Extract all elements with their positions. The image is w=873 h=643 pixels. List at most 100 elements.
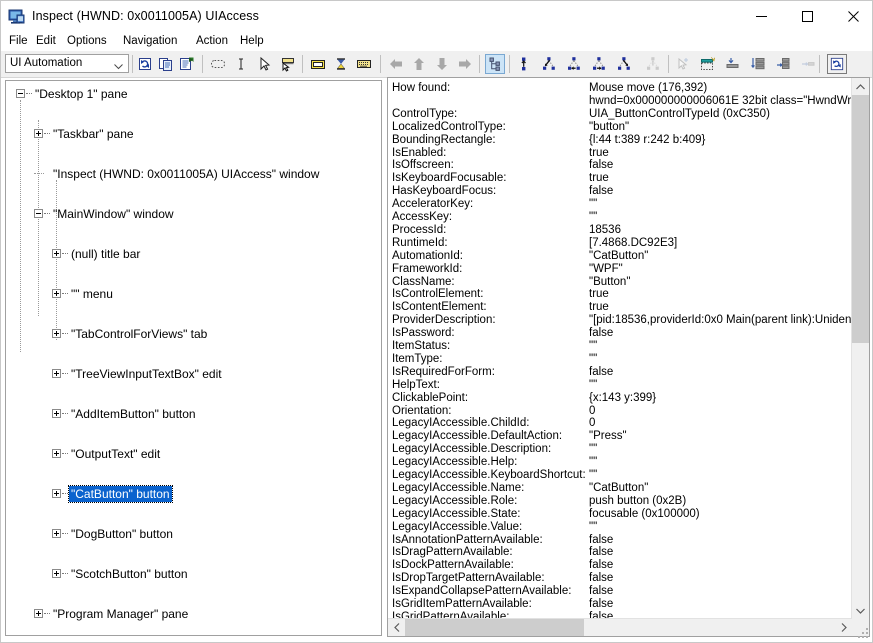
property-value: false <box>589 598 614 610</box>
dock-float-icon[interactable] <box>798 54 818 74</box>
highlight-rectangle-icon[interactable] <box>308 54 328 74</box>
scroll-thumb-horizontal[interactable] <box>405 619 584 636</box>
tree-node-scotchbutton[interactable]: "ScotchButton" button <box>6 564 381 584</box>
tree-expander-plus-icon[interactable] <box>52 529 61 538</box>
tree-node-treeviewinputtextbox[interactable]: "TreeViewInputTextBox" edit <box>6 364 381 384</box>
tree-expander-plus-icon[interactable] <box>52 369 61 378</box>
property-key: IsPassword: <box>392 327 455 340</box>
close-button[interactable] <box>830 1 873 32</box>
nav-forward-icon[interactable] <box>455 54 475 74</box>
scroll-down-icon[interactable] <box>852 602 869 619</box>
scroll-right-icon[interactable] <box>835 619 852 636</box>
caret-browse-icon[interactable] <box>231 54 251 74</box>
toolbar: UI Automation <box>1 51 872 78</box>
properties-icon[interactable] <box>177 54 197 74</box>
goto-descendant-icon[interactable] <box>643 54 663 74</box>
tree-node-mainwindow[interactable]: "MainWindow" window <box>6 204 381 224</box>
resize-grip[interactable] <box>858 628 869 639</box>
hourglass-icon[interactable] <box>331 54 351 74</box>
tree-expander-plus-icon[interactable] <box>52 569 61 578</box>
menu-file[interactable]: File <box>7 34 30 49</box>
tree-expander-plus-icon[interactable] <box>52 289 61 298</box>
maximize-button[interactable] <box>784 1 830 32</box>
menu-navigation[interactable]: Navigation <box>121 34 179 49</box>
copy-icon[interactable] <box>156 54 176 74</box>
property-value: "CatButton" <box>589 481 649 494</box>
property-key: ProviderDescription: <box>392 314 496 327</box>
tree-connector <box>62 293 68 295</box>
tree-connector <box>62 413 68 415</box>
goto-parent-icon[interactable] <box>514 54 534 74</box>
dock-left-icon[interactable] <box>748 54 768 74</box>
property-value: {l:44 t:389 r:242 b:409} <box>589 133 706 146</box>
property-key: LegacyIAccessible.Description: <box>392 443 552 456</box>
menu-edit[interactable]: Edit <box>34 34 58 49</box>
tree-node-tabcontrolforviews[interactable]: "TabControlForViews" tab <box>6 324 381 344</box>
scroll-left-icon[interactable] <box>388 619 405 636</box>
tree-expander-plus-icon[interactable] <box>52 249 61 258</box>
property-key: IsDropTargetPatternAvailable: <box>392 572 545 585</box>
properties-vertical-scrollbar[interactable] <box>851 78 869 619</box>
select-element-icon[interactable] <box>673 54 693 74</box>
goto-previous-sibling-icon[interactable] <box>564 54 584 74</box>
tree-node-label: "ScotchButton" button <box>71 567 188 581</box>
goto-first-child-icon[interactable] <box>539 54 559 74</box>
tree-node-catbutton[interactable]: "CatButton" button <box>6 484 381 504</box>
highlight-focus-icon[interactable] <box>698 54 718 74</box>
minimize-button[interactable] <box>738 1 784 32</box>
tree-expander-plus-icon[interactable] <box>34 609 43 618</box>
tree-expander-minus-icon[interactable] <box>16 89 25 98</box>
pointer-select-icon[interactable] <box>254 54 274 74</box>
tree-node-outputtext[interactable]: "OutputText" edit <box>6 444 381 464</box>
tree-node-additembutton[interactable]: "AddItemButton" button <box>6 404 381 424</box>
nav-up-icon[interactable] <box>409 54 429 74</box>
goto-last-child-icon[interactable] <box>614 54 634 74</box>
tree-expander-plus-icon[interactable] <box>52 489 61 498</box>
tree-node-title-bar[interactable]: (null) title bar <box>6 244 381 264</box>
watch-cursor-icon[interactable] <box>277 54 297 74</box>
tree-expander-plus-icon[interactable] <box>34 129 43 138</box>
panel-splitter[interactable] <box>382 80 386 636</box>
toolbar-separator <box>380 55 381 73</box>
menu-options[interactable]: Options <box>65 34 109 49</box>
property-key: IsOffscreen: <box>392 159 454 172</box>
dock-bottom-icon[interactable] <box>723 54 743 74</box>
dock-right-icon[interactable] <box>773 54 793 74</box>
tree-node-program-manager[interactable]: "Program Manager" pane <box>6 604 381 624</box>
tree-node-label: "Inspect (HWND: 0x0011005A) UIAccess" wi… <box>53 167 320 181</box>
properties-horizontal-scrollbar[interactable] <box>388 618 852 636</box>
nav-down-icon[interactable] <box>432 54 452 74</box>
refresh-icon[interactable] <box>135 54 155 74</box>
tree-node-menu[interactable]: "" menu <box>6 284 381 304</box>
scroll-up-icon[interactable] <box>852 78 869 95</box>
element-tree-panel[interactable]: "Desktop 1" pane "Taskbar" pane "Inspect… <box>5 80 382 636</box>
tree-expander-minus-icon[interactable] <box>34 209 43 218</box>
tree-structure-icon[interactable] <box>485 54 505 74</box>
tree-node-taskbar[interactable]: "Taskbar" pane <box>6 124 381 144</box>
tree-connector <box>44 133 50 135</box>
keyboard-icon[interactable] <box>354 54 374 74</box>
mode-combobox[interactable]: UI Automation <box>5 54 129 73</box>
refresh-view-icon[interactable] <box>827 54 847 74</box>
tree-expander-plus-icon[interactable] <box>52 329 61 338</box>
property-key: ItemType: <box>392 352 443 365</box>
tree-node-desktop-1[interactable]: "Desktop 1" pane <box>6 84 381 104</box>
menu-help[interactable]: Help <box>238 34 266 49</box>
goto-next-sibling-icon[interactable] <box>589 54 609 74</box>
property-key: LegacyIAccessible.Value: <box>392 520 523 533</box>
tree-node-label-selected: "CatButton" button <box>68 485 173 503</box>
property-key: AccessKey: <box>392 211 453 223</box>
rectangle-highlight-icon[interactable] <box>208 54 228 74</box>
window-title: Inspect (HWND: 0x0011005A) UIAccess <box>32 9 259 23</box>
tree-expander-plus-icon[interactable] <box>52 409 61 418</box>
tree-expander-plus-icon[interactable] <box>52 449 61 458</box>
tree-node-label: "" menu <box>71 287 113 301</box>
nav-back-icon[interactable] <box>386 54 406 74</box>
property-value: false <box>589 533 614 546</box>
properties-panel[interactable]: How found: Mouse move (176,392) hwnd=0x00… <box>387 77 870 637</box>
scroll-thumb-vertical[interactable] <box>852 95 869 343</box>
property-value: false <box>589 546 614 559</box>
tree-node-dogbutton[interactable]: "DogButton" button <box>6 524 381 544</box>
menu-action[interactable]: Action <box>194 34 230 49</box>
tree-node-inspect-window[interactable]: "Inspect (HWND: 0x0011005A) UIAccess" wi… <box>6 164 381 184</box>
